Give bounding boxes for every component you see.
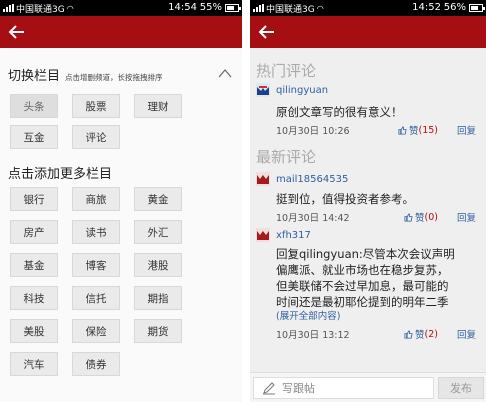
channel-chip[interactable]: 基金 bbox=[10, 253, 58, 277]
comments-screen: 中国联通3G ◠ 14:52 56% 热门评论 qilingyuan 原创文章写… bbox=[250, 0, 486, 402]
channel-chip[interactable]: 房产 bbox=[10, 220, 58, 244]
channel-chip[interactable]: 期货 bbox=[134, 319, 182, 343]
comment-time: 10月30日 14:42 bbox=[276, 213, 350, 224]
section-hint: 点击增删频道，长按拖拽排序 bbox=[65, 73, 163, 82]
username[interactable]: qilingyuan bbox=[276, 85, 328, 96]
wifi-icon: ◠ bbox=[316, 3, 324, 13]
channel-chip[interactable]: 科技 bbox=[10, 286, 58, 310]
reply-button[interactable]: 回复 bbox=[457, 123, 476, 137]
like-count: (0) bbox=[424, 211, 438, 223]
signal-icon bbox=[253, 4, 264, 12]
status-bar: 中国联通3G ◠ 14:54 55% bbox=[0, 0, 242, 16]
comment-input-bar: 写跟帖 发布 bbox=[250, 372, 486, 402]
clock: 14:54 bbox=[168, 2, 197, 13]
channel-chip[interactable]: 汽车 bbox=[10, 352, 58, 376]
input-placeholder: 写跟帖 bbox=[282, 382, 315, 395]
thumbs-up-icon bbox=[404, 329, 413, 339]
status-bar: 中国联通3G ◠ 14:52 56% bbox=[250, 0, 486, 16]
clock: 14:52 bbox=[412, 2, 441, 13]
send-button[interactable]: 发布 bbox=[438, 377, 484, 399]
section-switch-columns: 切换栏目 点击增删频道，长按拖拽排序 bbox=[0, 65, 242, 87]
comment-item: mail18564535 挺到位，值得投资者参考。 10月30日 14:42 赞… bbox=[250, 171, 486, 225]
comment-text-line: 但美联储不会过早加息，最可能的 bbox=[276, 279, 449, 293]
battery-percent: 55% bbox=[199, 2, 222, 13]
comment-text-line: 时间还是最初耶伦提到的明年二季 bbox=[276, 295, 449, 309]
signal-icon bbox=[3, 4, 14, 12]
title-bar bbox=[0, 16, 242, 48]
channel-chip[interactable]: 银行 bbox=[10, 187, 58, 211]
channel-chip[interactable]: 黄金 bbox=[134, 187, 182, 211]
expand-link[interactable]: (展开全部内容) bbox=[276, 310, 480, 324]
channel-chip[interactable]: 理财 bbox=[134, 94, 182, 118]
username[interactable]: mail18564535 bbox=[276, 174, 348, 185]
channel-chip[interactable]: 信托 bbox=[72, 286, 120, 310]
comment-text: 挺到位，值得投资者参考。 bbox=[276, 192, 414, 206]
carrier-label: 中国联通3G bbox=[266, 4, 315, 15]
section-title: 切换栏目 bbox=[8, 69, 61, 84]
subscribed-channel-grid: 头条 股票 理财互金 评论 bbox=[0, 94, 242, 149]
back-arrow-icon[interactable] bbox=[8, 23, 26, 41]
channel-chip[interactable]: 评论 bbox=[72, 125, 120, 149]
like-count: (2) bbox=[424, 328, 438, 340]
thumbs-up-icon bbox=[404, 212, 413, 222]
channel-chip[interactable]: 股票 bbox=[72, 94, 120, 118]
back-arrow-icon[interactable] bbox=[258, 23, 276, 41]
channel-chip[interactable]: 外汇 bbox=[134, 220, 182, 244]
chevron-up-icon[interactable] bbox=[218, 68, 232, 78]
reply-button[interactable]: 回复 bbox=[457, 327, 476, 341]
comment-text-line: 偏鹰派、就业市场也在稳步复苏， bbox=[276, 263, 449, 277]
wifi-icon: ◠ bbox=[66, 3, 74, 13]
channel-chip[interactable]: 期指 bbox=[134, 286, 182, 310]
channel-chip[interactable]: 互金 bbox=[10, 125, 58, 149]
battery-percent: 56% bbox=[443, 2, 466, 13]
channel-chip[interactable]: 头条 bbox=[10, 94, 58, 118]
pencil-icon bbox=[263, 382, 275, 395]
channel-manager-screen: 中国联通3G ◠ 14:54 55% 切换栏目 点击增删频道，长按拖拽排序 头条… bbox=[0, 0, 242, 402]
comment-text: 原创文章写的很有意义！ bbox=[276, 105, 403, 119]
comment-item: xfh317 回复qilingyuan:尽管本次会议声明 偏鹰派、就业市场也在稳… bbox=[250, 227, 486, 342]
like-button[interactable]: 赞 (0) bbox=[404, 210, 438, 224]
more-channel-grid: 银行 商旅 黄金房产 读书 外汇基金 博客 港股科技 信托 期指美股 保险 期货汽车 债券 bbox=[0, 187, 242, 376]
like-count: (15) bbox=[418, 124, 438, 136]
avatar[interactable] bbox=[256, 172, 270, 186]
avatar[interactable] bbox=[256, 83, 270, 97]
new-comments-title: 最新评论 bbox=[256, 148, 317, 166]
comment-time: 10月30日 13:12 bbox=[276, 330, 350, 341]
channel-chip[interactable]: 商旅 bbox=[72, 187, 120, 211]
like-button[interactable]: 赞 (15) bbox=[398, 123, 438, 137]
comment-time: 10月30日 10:26 bbox=[276, 126, 350, 137]
section-title: 点击添加更多栏目 bbox=[8, 167, 113, 182]
reply-button[interactable]: 回复 bbox=[457, 210, 476, 224]
channel-chip[interactable]: 博客 bbox=[72, 253, 120, 277]
battery-icon bbox=[469, 4, 485, 12]
avatar[interactable] bbox=[256, 228, 270, 242]
channel-chip[interactable]: 读书 bbox=[72, 220, 120, 244]
comment-text-line: 回复qilingyuan:尽管本次会议声明 bbox=[276, 247, 455, 261]
channel-chip[interactable]: 保险 bbox=[72, 319, 120, 343]
battery-icon bbox=[225, 4, 241, 12]
section-add-more: 点击添加更多栏目 bbox=[0, 163, 242, 183]
channel-chip[interactable]: 港股 bbox=[134, 253, 182, 277]
carrier-label: 中国联通3G bbox=[16, 4, 65, 15]
username[interactable]: xfh317 bbox=[276, 230, 311, 241]
hot-comments-title: 热门评论 bbox=[256, 62, 317, 80]
channel-chip[interactable]: 债券 bbox=[72, 352, 120, 376]
channel-chip[interactable]: 美股 bbox=[10, 319, 58, 343]
like-button[interactable]: 赞 (2) bbox=[404, 327, 438, 341]
comment-input[interactable]: 写跟帖 bbox=[253, 377, 434, 399]
title-bar bbox=[250, 16, 486, 48]
thumbs-up-icon bbox=[398, 125, 407, 135]
comment-item: qilingyuan 原创文章写的很有意义！ 10月30日 10:26 赞 (15… bbox=[250, 82, 486, 138]
